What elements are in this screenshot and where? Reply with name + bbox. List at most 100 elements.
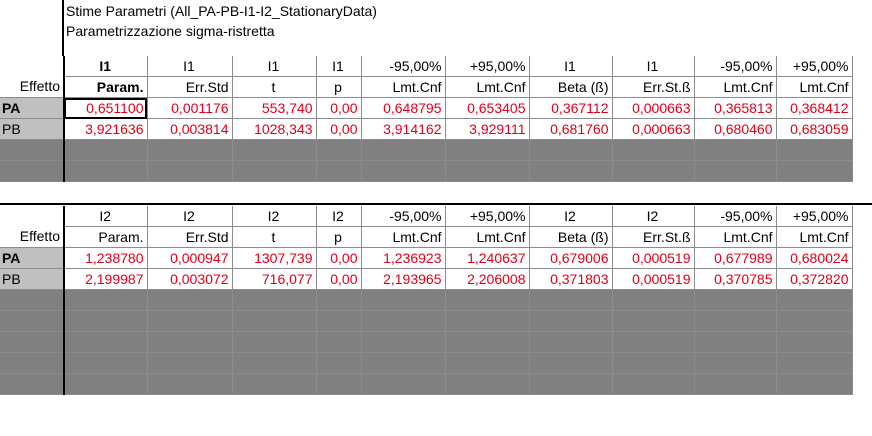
data-cell[interactable]: 0,367112 [529,97,613,119]
column-header[interactable]: I2 [147,206,233,227]
data-cell[interactable]: 3,929111 [445,118,530,140]
empty-cell[interactable] [316,160,362,182]
empty-cell[interactable] [147,373,233,395]
empty-cell[interactable] [694,289,777,311]
data-cell[interactable]: 3,914162 [361,118,446,140]
empty-cell[interactable] [776,331,853,353]
column-header[interactable]: I2 [612,206,695,227]
data-cell[interactable]: 2,199987 [64,268,148,290]
data-cell[interactable]: 0,683059 [776,118,853,140]
data-cell[interactable]: 0,003814 [147,118,233,140]
column-header[interactable]: +95,00% [776,206,853,227]
empty-cell[interactable] [612,331,695,353]
empty-cell[interactable] [147,289,233,311]
column-header[interactable]: Lmt.Cnf [694,76,777,98]
data-cell[interactable]: 0,679006 [529,247,613,269]
column-header[interactable]: -95,00% [361,56,446,77]
empty-cell[interactable] [316,373,362,395]
column-header[interactable]: I1 [612,56,695,77]
data-cell[interactable]: 1,238780 [64,247,148,269]
data-cell[interactable]: 1028,343 [232,118,317,140]
empty-cell[interactable] [694,160,777,182]
empty-cell[interactable] [0,331,65,353]
empty-cell[interactable] [147,160,233,182]
empty-cell[interactable] [232,352,317,374]
data-cell[interactable]: 0,680024 [776,247,853,269]
data-cell[interactable]: 0,001176 [147,97,233,119]
column-header[interactable]: p [316,226,362,248]
empty-cell[interactable] [694,310,777,332]
column-header[interactable]: +95,00% [445,206,530,227]
data-cell[interactable]: 0,000663 [612,118,695,140]
empty-cell[interactable] [316,352,362,374]
empty-cell[interactable] [361,139,446,161]
empty-cell[interactable] [776,160,853,182]
column-header[interactable]: I1 [529,56,613,77]
column-header[interactable]: +95,00% [445,56,530,77]
data-cell[interactable]: 716,077 [232,268,317,290]
column-header[interactable]: I1 [232,56,317,77]
empty-cell[interactable] [694,331,777,353]
empty-cell[interactable] [612,310,695,332]
empty-cell[interactable] [694,373,777,395]
data-cell[interactable]: 0,648795 [361,97,446,119]
empty-cell[interactable] [529,373,613,395]
empty-cell[interactable] [361,352,446,374]
empty-cell[interactable] [612,352,695,374]
column-header[interactable]: -95,00% [361,206,446,227]
column-header[interactable]: I2 [529,206,613,227]
column-header[interactable]: t [232,76,317,98]
empty-cell[interactable] [529,331,613,353]
column-header[interactable]: -95,00% [694,206,777,227]
empty-cell[interactable] [612,289,695,311]
data-cell[interactable]: 2,206008 [445,268,530,290]
empty-cell[interactable] [64,139,148,161]
empty-cell[interactable] [147,310,233,332]
column-header[interactable]: I1 [64,56,148,77]
empty-cell[interactable] [64,310,148,332]
empty-cell[interactable] [445,139,530,161]
empty-cell[interactable] [445,331,530,353]
empty-cell[interactable] [529,352,613,374]
empty-cell[interactable] [445,310,530,332]
empty-cell[interactable] [316,331,362,353]
empty-cell[interactable] [776,289,853,311]
data-cell[interactable]: 0,371803 [529,268,613,290]
data-cell[interactable]: 0,368412 [776,97,853,119]
column-header[interactable]: Err.St.ß [612,226,695,248]
empty-cell[interactable] [529,289,613,311]
empty-cell[interactable] [361,160,446,182]
row-label[interactable]: PB [0,118,65,140]
empty-cell[interactable] [0,352,65,374]
empty-cell[interactable] [64,289,148,311]
data-cell[interactable]: 1307,739 [232,247,317,269]
column-header[interactable]: I2 [64,206,148,227]
data-cell[interactable]: 0,003072 [147,268,233,290]
data-cell[interactable]: 0,653405 [445,97,530,119]
column-header[interactable]: -95,00% [694,56,777,77]
column-header[interactable]: +95,00% [776,56,853,77]
empty-cell[interactable] [612,160,695,182]
data-cell[interactable]: 0,000947 [147,247,233,269]
data-cell[interactable]: 0,00 [316,247,362,269]
empty-cell[interactable] [147,139,233,161]
empty-cell[interactable] [232,373,317,395]
empty-cell[interactable] [232,310,317,332]
empty-cell[interactable] [776,373,853,395]
empty-cell[interactable] [445,352,530,374]
empty-cell[interactable] [64,160,148,182]
data-cell[interactable]: 553,740 [232,97,317,119]
data-cell[interactable]: 0,365813 [694,97,777,119]
column-header[interactable]: Beta (ß) [529,76,613,98]
empty-cell[interactable] [612,139,695,161]
empty-cell[interactable] [445,373,530,395]
column-header[interactable]: Lmt.Cnf [361,76,446,98]
empty-cell[interactable] [529,160,613,182]
data-cell[interactable]: 0,00 [316,268,362,290]
data-cell[interactable]: 0,677989 [694,247,777,269]
column-header[interactable]: Lmt.Cnf [776,226,853,248]
column-header[interactable]: Lmt.Cnf [445,76,530,98]
column-header[interactable]: Lmt.Cnf [445,226,530,248]
data-cell[interactable]: 0,370785 [694,268,777,290]
column-header[interactable]: I1 [147,56,233,77]
